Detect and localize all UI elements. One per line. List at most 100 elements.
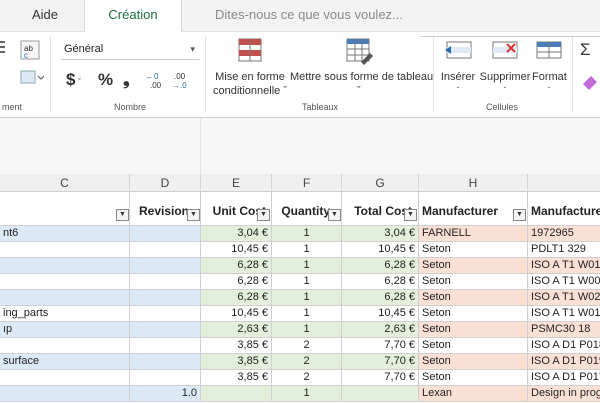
description-cell[interactable]: nt6 — [0, 226, 130, 242]
revision-cell[interactable] — [130, 258, 201, 274]
column-header-f[interactable]: F — [272, 174, 342, 192]
total-cost-cell[interactable]: 6,28 € — [342, 274, 419, 290]
manufacturer-cell[interactable]: Seton — [419, 354, 528, 370]
manufacturer-part-cell[interactable]: PSMC30 18 — [528, 322, 600, 338]
total-cost-cell[interactable]: 10,45 € — [342, 242, 419, 258]
quantity-cell[interactable]: 1 — [272, 274, 342, 290]
manufacturer-part-cell[interactable]: 1972965 — [528, 226, 600, 242]
merge-center-icon[interactable] — [20, 68, 45, 88]
total-cost-cell[interactable]: 6,28 € — [342, 290, 419, 306]
format-cells-button[interactable]: Format ˇ — [532, 36, 567, 98]
description-cell[interactable] — [0, 386, 130, 402]
percent-button[interactable]: % — [98, 70, 113, 90]
filter-dropdown-icon[interactable]: ▼ — [187, 209, 200, 221]
unit-cost-cell[interactable]: 10,45 € — [201, 306, 272, 322]
filter-dropdown-icon[interactable]: ▼ — [404, 209, 417, 221]
increase-decimal-icon[interactable]: ←0.00 — [146, 70, 168, 90]
column-header-h[interactable]: H — [419, 174, 528, 192]
manufacturer-cell[interactable]: Seton — [419, 290, 528, 306]
decrease-decimal-icon[interactable]: .00 →.0 — [172, 70, 194, 90]
column-header-g[interactable]: G — [342, 174, 419, 192]
revision-cell[interactable] — [130, 322, 201, 338]
quantity-cell[interactable]: 1 — [272, 386, 342, 402]
column-header-i[interactable] — [528, 174, 600, 192]
quantity-cell[interactable]: 1 — [272, 306, 342, 322]
quantity-cell[interactable]: 1 — [272, 290, 342, 306]
conditional-format-button[interactable]: Mise en forme conditionnelle ˇ — [212, 36, 288, 98]
unit-cost-cell[interactable]: 2,63 € — [201, 322, 272, 338]
description-cell[interactable] — [0, 258, 130, 274]
revision-cell[interactable] — [130, 354, 201, 370]
description-cell[interactable]: ıp — [0, 322, 130, 338]
manufacturer-cell[interactable]: Seton — [419, 258, 528, 274]
manufacturer-part-cell[interactable]: PDLT1 329 — [528, 242, 600, 258]
manufacturer-cell[interactable]: Seton — [419, 338, 528, 354]
total-cost-cell[interactable]: 7,70 € — [342, 338, 419, 354]
quantity-cell[interactable]: 1 — [272, 322, 342, 338]
unit-cost-cell[interactable]: 3,85 € — [201, 354, 272, 370]
manufacturer-part-cell[interactable]: ISO A T1 W001 — [528, 274, 600, 290]
description-cell[interactable] — [0, 274, 130, 290]
unit-cost-cell[interactable]: 3,04 € — [201, 226, 272, 242]
autosum-icon[interactable]: Σ — [580, 40, 600, 60]
quantity-cell[interactable]: 2 — [272, 354, 342, 370]
description-cell[interactable]: ing_parts — [0, 306, 130, 322]
tell-me-search[interactable]: Dites-nous ce que vous voulez... — [215, 0, 403, 30]
manufacturer-part-cell[interactable]: ISO A D1 P019 — [528, 354, 600, 370]
comma-style-button[interactable]: ❟ — [123, 70, 130, 90]
filter-dropdown-icon[interactable]: ▼ — [257, 209, 270, 221]
description-cell[interactable] — [0, 242, 130, 258]
description-cell[interactable] — [0, 290, 130, 306]
filter-dropdown-icon[interactable]: ▼ — [328, 209, 341, 221]
filter-dropdown-icon[interactable]: ▼ — [116, 209, 129, 221]
quantity-cell[interactable]: 1 — [272, 258, 342, 274]
total-cost-cell[interactable]: 6,28 € — [342, 258, 419, 274]
column-header-c[interactable]: C — [0, 174, 130, 192]
currency-button[interactable]: $ ˇ — [66, 70, 81, 90]
tab-creation[interactable]: Création — [84, 0, 182, 33]
quantity-cell[interactable]: 2 — [272, 338, 342, 354]
manufacturer-cell[interactable]: Seton — [419, 370, 528, 386]
description-cell[interactable] — [0, 338, 130, 354]
manufacturer-part-cell[interactable]: ISO A D1 P017 — [528, 370, 600, 386]
total-cost-cell[interactable]: 7,70 € — [342, 354, 419, 370]
quantity-cell[interactable]: 1 — [272, 226, 342, 242]
manufacturer-cell[interactable]: FARNELL — [419, 226, 528, 242]
header-cell-c[interactable] — [0, 192, 130, 226]
header-cell-manufacturer-part[interactable]: Manufacturer — [528, 192, 600, 226]
quantity-cell[interactable]: 2 — [272, 370, 342, 386]
unit-cost-cell[interactable] — [201, 386, 272, 402]
manufacturer-cell[interactable]: Seton — [419, 322, 528, 338]
unit-cost-cell[interactable]: 6,28 € — [201, 290, 272, 306]
total-cost-cell[interactable] — [342, 386, 419, 402]
alignment-partial-icon[interactable] — [0, 38, 8, 58]
revision-cell[interactable] — [130, 338, 201, 354]
description-cell[interactable] — [0, 370, 130, 386]
revision-cell[interactable] — [130, 370, 201, 386]
unit-cost-cell[interactable]: 6,28 € — [201, 274, 272, 290]
manufacturer-cell[interactable]: Seton — [419, 274, 528, 290]
total-cost-cell[interactable]: 10,45 € — [342, 306, 419, 322]
format-as-table-button[interactable]: Mettre sous forme de tableau ˇ — [290, 36, 433, 98]
total-cost-cell[interactable]: 7,70 € — [342, 370, 419, 386]
filter-dropdown-icon[interactable]: ▼ — [513, 209, 526, 221]
revision-cell[interactable]: 1.0 — [130, 386, 201, 402]
unit-cost-cell[interactable]: 3,85 € — [201, 370, 272, 386]
revision-cell[interactable] — [130, 274, 201, 290]
manufacturer-part-cell[interactable]: Design in prog — [528, 386, 600, 402]
column-header-e[interactable]: E — [201, 174, 272, 192]
manufacturer-part-cell[interactable]: ISO A T1 W024 — [528, 290, 600, 306]
unit-cost-cell[interactable]: 10,45 € — [201, 242, 272, 258]
manufacturer-part-cell[interactable]: ISO A T1 W012 — [528, 258, 600, 274]
revision-cell[interactable] — [130, 306, 201, 322]
total-cost-cell[interactable]: 3,04 € — [342, 226, 419, 242]
revision-cell[interactable] — [130, 242, 201, 258]
manufacturer-part-cell[interactable]: ISO A T1 W019 — [528, 306, 600, 322]
unit-cost-cell[interactable]: 3,85 € — [201, 338, 272, 354]
total-cost-cell[interactable]: 2,63 € — [342, 322, 419, 338]
insert-cells-button[interactable]: Insérer ˇ — [440, 36, 476, 98]
description-cell[interactable]: surface — [0, 354, 130, 370]
manufacturer-part-cell[interactable]: ISO A D1 P018 — [528, 338, 600, 354]
header-cell-manufacturer[interactable]: Manufacturer — [419, 192, 528, 226]
manufacturer-cell[interactable]: Seton — [419, 306, 528, 322]
